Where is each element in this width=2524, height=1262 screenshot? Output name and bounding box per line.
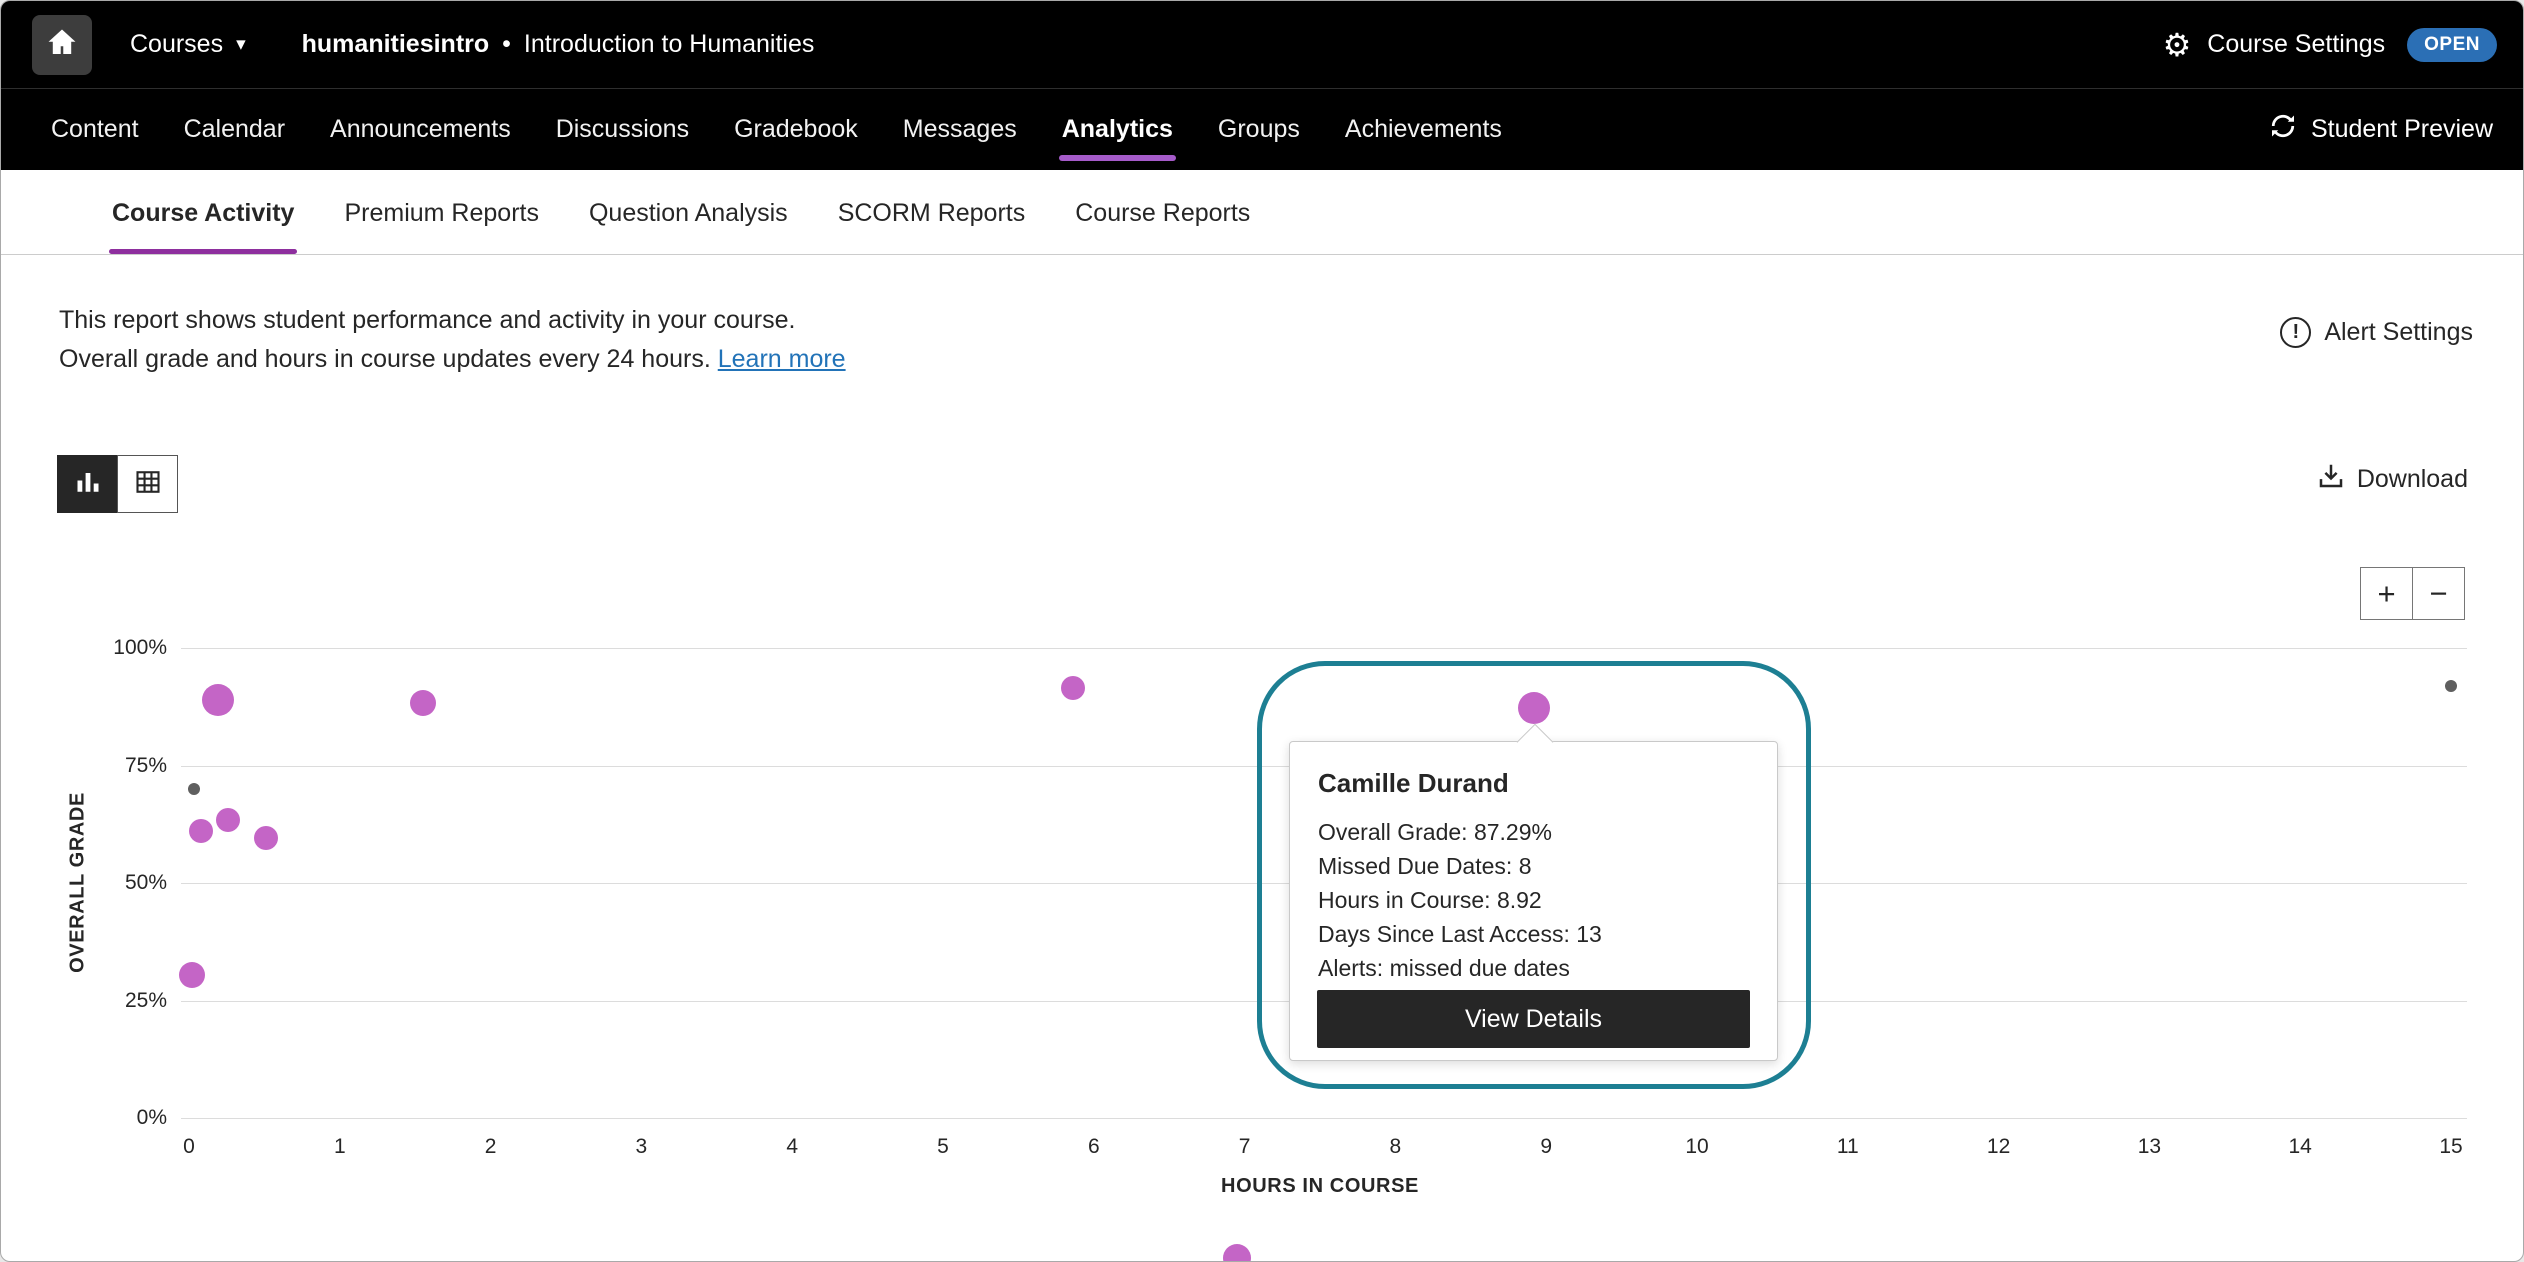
tab-groups[interactable]: Groups [1218, 115, 1300, 144]
tab-messages[interactable]: Messages [903, 115, 1017, 144]
data-point[interactable] [188, 783, 200, 795]
breadcrumb-course-name: Introduction to Humanities [524, 30, 814, 59]
data-point[interactable] [410, 690, 436, 716]
courses-label: Courses [130, 30, 223, 59]
tooltip-missed-due-dates: Missed Due Dates: 8 [1318, 849, 1749, 883]
y-tick-label: 25% [85, 989, 167, 1013]
x-tick-label: 12 [1987, 1135, 2010, 1159]
download-button[interactable]: Download [2316, 461, 2468, 498]
subtab-scorm-reports[interactable]: SCORM Reports [835, 199, 1029, 254]
gear-icon: ⚙ [2163, 29, 2192, 61]
alert-settings-button[interactable]: ! Alert Settings [2280, 317, 2473, 348]
home-icon [45, 25, 79, 64]
data-point[interactable] [1061, 676, 1085, 700]
y-tick-label: 75% [85, 754, 167, 778]
zoom-out-button[interactable]: − [2412, 567, 2465, 620]
course-settings-button[interactable]: Course Settings [2207, 30, 2385, 59]
data-point[interactable] [2445, 680, 2457, 692]
download-label: Download [2357, 465, 2468, 494]
data-point[interactable] [254, 826, 278, 850]
x-tick-label: 4 [786, 1135, 798, 1159]
student-preview-label: Student Preview [2311, 115, 2493, 144]
breadcrumb-separator: • [502, 30, 511, 59]
tooltip-student-name: Camille Durand [1318, 768, 1749, 799]
data-point[interactable] [216, 808, 240, 832]
open-status-badge: OPEN [2407, 28, 2497, 62]
x-tick-label: 11 [1837, 1135, 1859, 1159]
tooltip-overall-grade: Overall Grade: 87.29% [1318, 815, 1749, 849]
x-tick-label: 0 [183, 1135, 195, 1159]
gridline [181, 648, 2467, 649]
x-tick-label: 9 [1540, 1135, 1552, 1159]
data-point[interactable] [179, 962, 205, 988]
student-preview-button[interactable]: Student Preview [2268, 111, 2493, 148]
highlighted-data-point[interactable] [1518, 692, 1550, 724]
tooltip-hours-in-course: Hours in Course: 8.92 [1318, 883, 1749, 917]
student-tooltip: Camille Durand Overall Grade: 87.29% Mis… [1289, 741, 1778, 1061]
data-point[interactable] [1223, 1244, 1251, 1262]
x-tick-label: 7 [1239, 1135, 1251, 1159]
tab-discussions[interactable]: Discussions [556, 115, 689, 144]
home-button[interactable] [32, 15, 92, 75]
breadcrumb-course-id: humanitiesintro [302, 30, 490, 59]
report-description: This report shows student performance an… [59, 301, 846, 379]
x-tick-label: 14 [2289, 1135, 2312, 1159]
alert-settings-label: Alert Settings [2324, 318, 2473, 347]
breadcrumb: humanitiesintro • Introduction to Humani… [302, 30, 815, 59]
learn-more-link[interactable]: Learn more [718, 345, 846, 373]
analytics-subnav: Course Activity Premium Reports Question… [1, 170, 2523, 255]
x-tick-label: 8 [1390, 1135, 1402, 1159]
tooltip-alerts: Alerts: missed due dates [1318, 951, 1749, 985]
chart-view-button[interactable] [57, 455, 118, 513]
download-icon [2316, 461, 2346, 498]
top-bar: Courses ▾ humanitiesintro • Introduction… [1, 1, 2523, 88]
x-tick-label: 15 [2439, 1135, 2462, 1159]
gridline [181, 1118, 2467, 1119]
view-details-button[interactable]: View Details [1317, 990, 1750, 1048]
subtab-premium-reports[interactable]: Premium Reports [341, 199, 542, 254]
bar-chart-icon [73, 467, 103, 502]
y-tick-label: 100% [85, 636, 167, 660]
subtab-question-analysis[interactable]: Question Analysis [586, 199, 791, 254]
table-icon [133, 467, 163, 502]
x-tick-label: 13 [2138, 1135, 2161, 1159]
refresh-icon [2268, 111, 2298, 148]
x-axis-label: HOURS IN COURSE [1221, 1175, 1419, 1198]
tab-achievements[interactable]: Achievements [1345, 115, 1502, 144]
x-tick-label: 2 [485, 1135, 497, 1159]
tooltip-days-since-access: Days Since Last Access: 13 [1318, 917, 1749, 951]
app-window: Courses ▾ humanitiesintro • Introduction… [0, 0, 2524, 1262]
tab-gradebook[interactable]: Gradebook [734, 115, 858, 144]
table-view-button[interactable] [117, 455, 178, 513]
y-tick-label: 0% [85, 1106, 167, 1130]
tab-content[interactable]: Content [51, 115, 139, 144]
zoom-in-button[interactable]: + [2360, 567, 2413, 620]
report-description-line2: Overall grade and hours in course update… [59, 340, 846, 379]
course-nav-bar: Content Calendar Announcements Discussio… [1, 88, 2523, 170]
x-tick-label: 3 [636, 1135, 648, 1159]
x-tick-label: 6 [1088, 1135, 1100, 1159]
tab-announcements[interactable]: Announcements [330, 115, 511, 144]
tab-analytics[interactable]: Analytics [1062, 115, 1173, 144]
chart-table-toggle [57, 455, 178, 513]
tab-calendar[interactable]: Calendar [184, 115, 285, 144]
y-tick-label: 50% [85, 871, 167, 895]
zoom-controls: + − [2360, 567, 2465, 620]
x-tick-label: 10 [1685, 1135, 1708, 1159]
subtab-course-reports[interactable]: Course Reports [1072, 199, 1253, 254]
tooltip-caret [1517, 724, 1554, 761]
alert-icon: ! [2280, 317, 2311, 348]
x-tick-label: 1 [334, 1135, 346, 1159]
chevron-down-icon: ▾ [236, 35, 246, 54]
data-point[interactable] [202, 684, 234, 716]
topbar-right: ⚙ Course Settings OPEN [2163, 28, 2497, 62]
data-point[interactable] [189, 819, 213, 843]
courses-dropdown[interactable]: Courses ▾ [130, 30, 246, 59]
course-nav-tabs: Content Calendar Announcements Discussio… [51, 115, 1502, 144]
x-tick-label: 5 [937, 1135, 949, 1159]
y-axis-label: OVERALL GRADE [67, 648, 90, 1118]
subtab-course-activity[interactable]: Course Activity [109, 199, 297, 254]
report-description-line1: This report shows student performance an… [59, 301, 846, 340]
